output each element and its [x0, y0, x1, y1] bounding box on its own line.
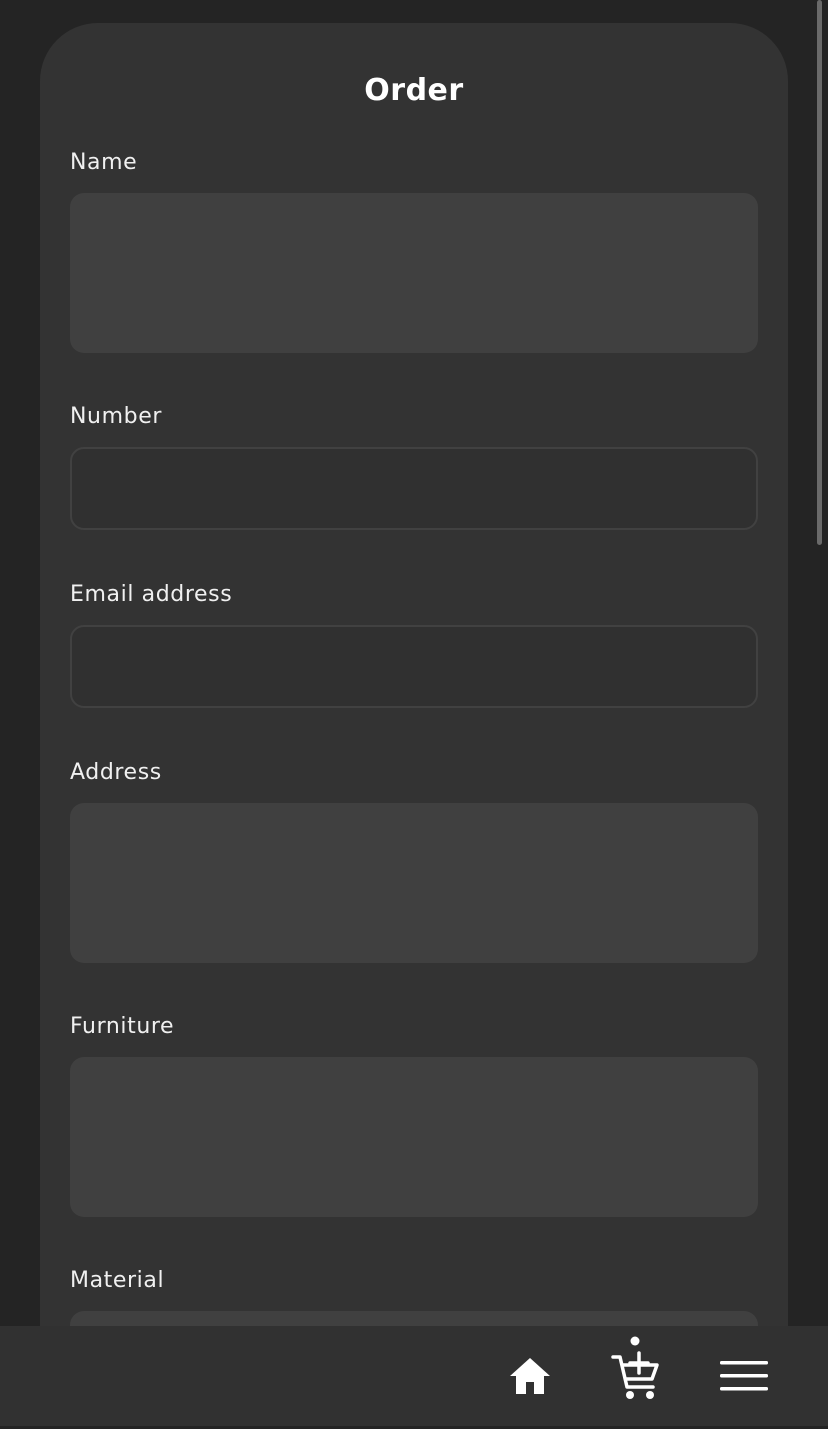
order-page: Order Name Number Email address Address … [0, 0, 828, 1429]
email-field[interactable] [70, 625, 758, 708]
address-label: Address [70, 760, 162, 785]
add-to-cart-icon [611, 1336, 661, 1403]
order-form-card: Order Name Number Email address Address … [40, 23, 788, 1429]
add-to-cart-button[interactable] [596, 1326, 676, 1426]
furniture-field[interactable] [70, 1057, 758, 1217]
bottom-navigation-bar [0, 1326, 828, 1426]
home-icon [508, 1356, 552, 1396]
page-title: Order [364, 73, 464, 108]
material-label: Material [70, 1268, 165, 1293]
furniture-label: Furniture [70, 1014, 175, 1039]
address-field[interactable] [70, 803, 758, 963]
number-field[interactable] [70, 447, 758, 530]
home-button[interactable] [490, 1326, 570, 1426]
menu-button[interactable] [704, 1326, 784, 1426]
name-field[interactable] [70, 193, 758, 353]
email-label: Email address [70, 582, 233, 607]
menu-icon [719, 1358, 769, 1394]
page-scrollbar[interactable] [817, 0, 822, 545]
number-label: Number [70, 404, 162, 429]
name-label: Name [70, 150, 138, 175]
